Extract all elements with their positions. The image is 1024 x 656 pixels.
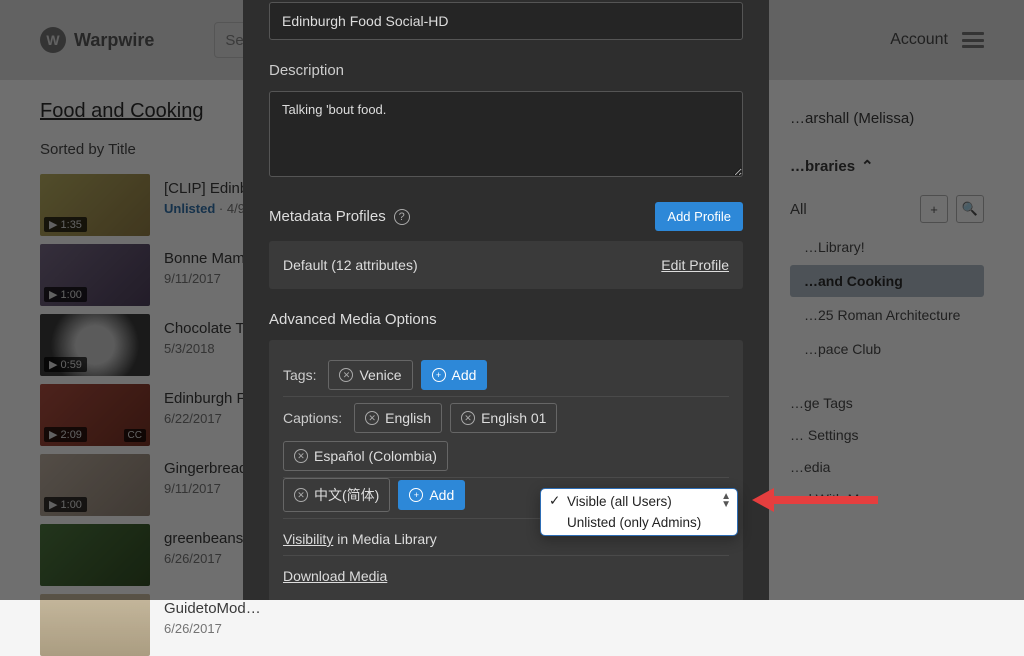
plus-icon: + <box>432 368 446 382</box>
visibility-word: Visibility <box>283 531 333 547</box>
metadata-profiles-label: Metadata Profiles ? <box>269 208 410 225</box>
visibility-option-unlisted[interactable]: Unlisted (only Admins) <box>541 512 737 533</box>
visibility-label: Visibility in Media Library <box>283 531 437 547</box>
caption-chip[interactable]: ✕ 中文(简体) <box>283 478 390 512</box>
profile-name: Default (12 attributes) <box>283 257 418 273</box>
add-profile-button[interactable]: Add Profile <box>655 202 743 231</box>
media-item[interactable]: GuidetoMod… 6/26/2017 <box>40 594 460 656</box>
help-icon[interactable]: ? <box>394 209 410 225</box>
title-input[interactable] <box>269 2 743 40</box>
captions-label: Captions: <box>283 410 342 426</box>
tag-text: Venice <box>359 367 401 383</box>
caption-text: English 01 <box>481 410 546 426</box>
caption-chip[interactable]: ✕ English 01 <box>450 403 557 433</box>
metadata-label-text: Metadata Profiles <box>269 208 386 225</box>
download-media-link[interactable]: Download Media <box>283 568 387 584</box>
visibility-option-visible[interactable]: Visible (all Users) <box>541 491 737 512</box>
tags-label: Tags: <box>283 367 316 383</box>
add-tag-button[interactable]: + Add <box>421 360 488 390</box>
visibility-rest: in Media Library <box>333 531 437 547</box>
caption-text: English <box>385 410 431 426</box>
plus-icon: + <box>409 488 423 502</box>
remove-icon[interactable]: ✕ <box>461 411 475 425</box>
remove-icon[interactable]: ✕ <box>365 411 379 425</box>
add-caption-button[interactable]: + Add <box>398 480 465 510</box>
edit-profile-link[interactable]: Edit Profile <box>661 257 729 273</box>
visibility-select[interactable]: ▲▼ Visible (all Users) Unlisted (only Ad… <box>540 488 738 536</box>
remove-icon[interactable]: ✕ <box>294 449 308 463</box>
description-textarea[interactable] <box>269 91 743 177</box>
media-date: 6/26/2017 <box>164 621 261 636</box>
remove-icon[interactable]: ✕ <box>294 488 308 502</box>
caption-text: 中文(简体) <box>314 485 379 505</box>
advanced-options-label: Advanced Media Options <box>269 311 743 328</box>
media-title: GuidetoMod… <box>164 600 261 617</box>
description-label: Description <box>269 62 743 79</box>
advanced-options-panel: Tags: ✕ Venice + Add Captions: ✕ English ✕ E… <box>269 340 743 600</box>
add-label: Add <box>452 367 477 383</box>
add-label: Add <box>429 487 454 503</box>
caption-chip[interactable]: ✕ English <box>354 403 442 433</box>
tag-chip[interactable]: ✕ Venice <box>328 360 412 390</box>
remove-icon[interactable]: ✕ <box>339 368 353 382</box>
profile-row: Default (12 attributes) Edit Profile <box>269 241 743 289</box>
thumbnail[interactable] <box>40 594 150 656</box>
caption-text: Español (Colombia) <box>314 448 437 464</box>
caption-chip[interactable]: ✕ Español (Colombia) <box>283 441 448 471</box>
